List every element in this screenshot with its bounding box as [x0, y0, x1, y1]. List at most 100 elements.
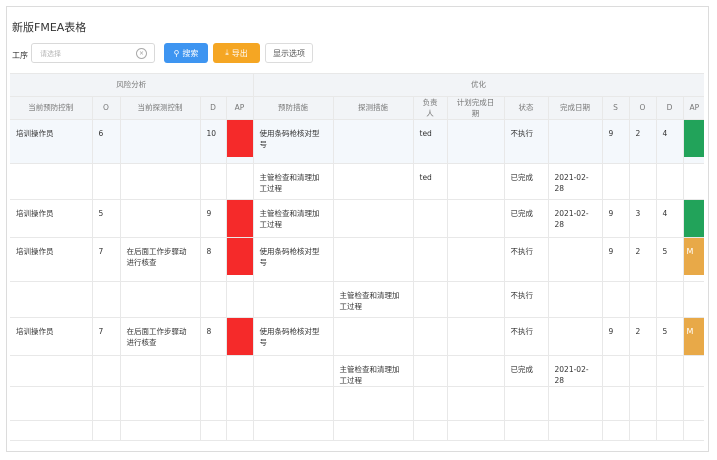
table-cell	[548, 420, 603, 441]
table-cell	[10, 281, 93, 318]
table-cell	[333, 237, 414, 282]
column-header[interactable]: 状态	[504, 96, 549, 120]
table-cell: 已完成	[504, 355, 549, 387]
table-row[interactable]: 培训操作员 6 10 使用条码枪核对型号 ted 不执行 9 2 4	[10, 119, 704, 164]
table-row[interactable]: 主管检查和清理加工过程 不执行	[10, 281, 704, 318]
table-cell	[656, 386, 684, 421]
column-header[interactable]: 探测措施	[333, 96, 414, 120]
table-cell: 培训操作员	[10, 317, 93, 356]
table-row[interactable]: 培训操作员 7 在后面工作步骤动进行核查 8 使用条码枪核对型号 不执行 9 2 5 M	[10, 237, 704, 282]
column-header[interactable]: 当前探测控制	[120, 96, 201, 120]
table-cell: ted	[413, 163, 448, 200]
fmea-table-body: 培训操作员 6 10 使用条码枪核对型号 ted 不执行 9 2 4 主管检查和清理加工过程 ted…	[10, 119, 704, 441]
ap-cell	[226, 317, 254, 356]
table-cell	[447, 317, 505, 356]
table-cell	[333, 420, 414, 441]
table-cell: 培训操作员	[10, 237, 93, 282]
table-cell	[629, 163, 657, 200]
table-cell: 主管检查和清理加工过程	[333, 355, 414, 387]
table-cell	[413, 281, 448, 318]
ap-indicator: M	[683, 237, 704, 275]
table-cell	[92, 355, 121, 387]
table-cell: 5	[656, 317, 684, 356]
table-cell	[200, 420, 227, 441]
table-cell	[629, 420, 657, 441]
ap-cell	[226, 119, 254, 164]
table-cell: 9	[602, 317, 630, 356]
table-cell: 不执行	[504, 281, 549, 318]
table-cell: 7	[92, 237, 121, 282]
table-cell: 不执行	[504, 237, 549, 282]
table-cell	[120, 163, 201, 200]
table-cell: 4	[656, 119, 684, 164]
export-button[interactable]: ⤓ 导出	[213, 43, 260, 63]
table-cell	[253, 420, 334, 441]
ap-indicator	[226, 199, 252, 236]
column-header[interactable]: 当前预防控制	[10, 96, 93, 120]
table-cell	[92, 420, 121, 441]
table-cell: 9	[602, 199, 630, 238]
table-cell	[602, 386, 630, 421]
table-cell: 培训操作员	[10, 199, 93, 238]
table-cell	[253, 281, 334, 318]
table-cell	[226, 420, 254, 441]
column-header[interactable]: O	[629, 96, 657, 120]
table-cell: 2	[629, 317, 657, 356]
display-options-button[interactable]: 显示选项	[265, 43, 313, 63]
table-cell: 使用条码枪核对型号	[253, 119, 334, 164]
process-select[interactable]: 请选择 ×	[31, 43, 155, 63]
ap-indicator	[226, 119, 252, 157]
table-cell: 2	[629, 119, 657, 164]
table-cell	[120, 119, 201, 164]
table-cell: 已完成	[504, 163, 549, 200]
column-header[interactable]: 完成日期	[548, 96, 603, 120]
table-cell	[629, 355, 657, 387]
table-cell	[10, 386, 93, 421]
table-cell: 2	[629, 237, 657, 282]
ap2-cell	[683, 355, 704, 387]
table-row[interactable]: 培训操作员 5 9 主管检查和清理加工过程 已完成 2021-02-28 9 3 4	[10, 199, 704, 238]
search-button[interactable]: ⚲ 搜索	[164, 43, 208, 63]
table-cell: 8	[200, 317, 227, 356]
ap2-cell	[683, 163, 704, 200]
table-cell	[602, 163, 630, 200]
table-cell	[333, 119, 414, 164]
table-cell: 2021-02-28	[548, 199, 603, 238]
ap2-cell: M	[683, 317, 704, 356]
table-cell	[602, 355, 630, 387]
column-header[interactable]: AP	[226, 96, 254, 120]
column-header[interactable]: O	[92, 96, 121, 120]
table-cell	[504, 386, 549, 421]
page-title: 新版FMEA表格	[12, 21, 87, 34]
table-cell	[413, 237, 448, 282]
table-cell	[413, 420, 448, 441]
export-button-label: 导出	[231, 48, 248, 58]
table-cell	[333, 163, 414, 200]
table-cell	[447, 355, 505, 387]
table-row[interactable]: 主管检查和清理加工过程 已完成 2021-02-28	[10, 355, 704, 387]
column-header[interactable]: S	[602, 96, 630, 120]
column-header[interactable]: 负责人	[413, 96, 448, 120]
clear-icon[interactable]: ×	[136, 48, 147, 59]
table-row[interactable]: 培训操作员 7 在后面工作步骤动进行核查 8 使用条码枪核对型号 不执行 9 2 5 M	[10, 317, 704, 356]
search-icon: ⚲	[173, 48, 180, 58]
ap-cell	[226, 163, 254, 200]
column-header[interactable]: 预防措施	[253, 96, 334, 120]
table-row[interactable]: 主管检查和清理加工过程 ted 已完成 2021-02-28	[10, 163, 704, 200]
table-cell: 主管检查和清理加工过程	[333, 281, 414, 318]
table-cell	[447, 163, 505, 200]
column-header[interactable]: D	[656, 96, 684, 120]
column-header[interactable]: 计划完成日期	[447, 96, 505, 120]
column-header[interactable]: AP	[683, 96, 704, 120]
table-cell: ted	[413, 119, 448, 164]
table-cell: 使用条码枪核对型号	[253, 317, 334, 356]
table-cell	[10, 163, 93, 200]
table-cell	[629, 386, 657, 421]
table-cell: 4	[656, 199, 684, 238]
column-header[interactable]: D	[200, 96, 227, 120]
table-cell: 主管检查和清理加工过程	[253, 199, 334, 238]
table-cell: 5	[656, 237, 684, 282]
table-cell	[92, 163, 121, 200]
table-cell	[413, 199, 448, 238]
table-cell	[120, 355, 201, 387]
